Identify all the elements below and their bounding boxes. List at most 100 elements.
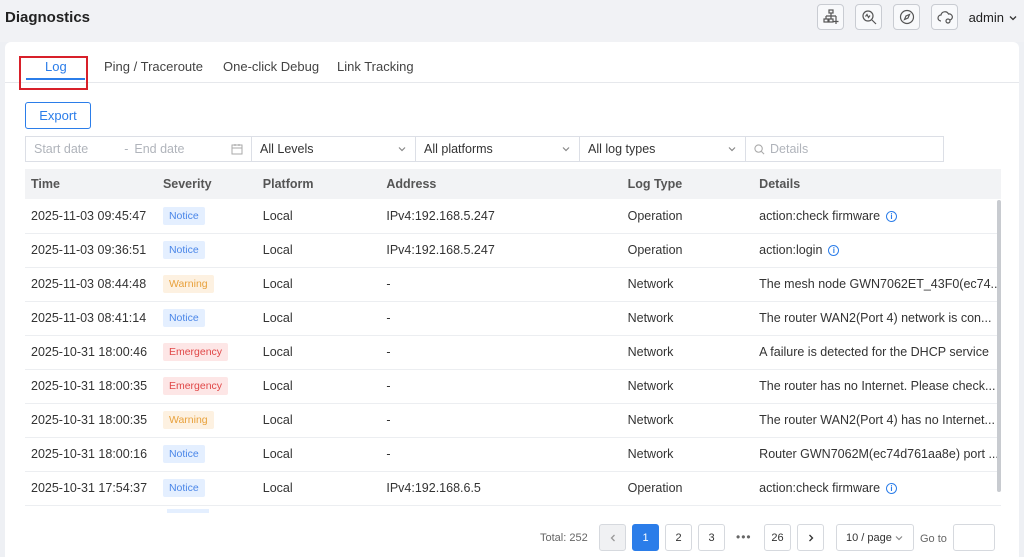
cell-log-type-text: Network [627,379,674,393]
cell-address-text: IPv4:192.168.5.247 [386,243,495,257]
next-page-button[interactable] [797,524,824,551]
end-date-input[interactable]: End date [134,142,184,156]
col-platform: Platform [262,177,314,191]
cell-platform: Local [257,403,381,437]
tab-link-tracking[interactable]: Link Tracking [337,59,414,74]
tab-one-click-debug[interactable]: One-click Debug [223,59,319,74]
info-icon[interactable]: i [886,483,898,495]
cell-log-type-text: Operation [627,243,683,257]
page-button-3[interactable]: 3 [698,524,725,551]
start-date-input[interactable]: Start date [34,142,88,156]
cell-time-text: 2025-10-31 18:00:46 [31,345,148,359]
date-separator: - [124,142,129,156]
cell-severity: Notice [157,233,257,267]
table-row: 2025-11-03 08:41:14 Notice Local - Network Th… [25,301,1001,335]
search-diagnose-icon [861,10,876,25]
log-panel: Log Ping / Traceroute One-click Debug Li… [5,42,1019,557]
cell-time: 2025-11-03 09:45:47 [25,199,157,233]
cell-address-text: IPv4:192.168.5.247 [386,208,495,223]
cell-address-text: - [386,277,391,291]
cell-address: - [380,369,621,403]
cell-log-type: Operation [622,471,754,505]
cell-platform-text: Local [262,277,293,291]
highlight-box [19,56,88,90]
cell-severity: Notice [157,437,257,471]
table-row: 2025-10-31 18:00:16 Notice Local - Network Ro… [25,437,1001,471]
log-type-select[interactable]: All log types [579,136,746,162]
network-topology-button[interactable] [817,4,844,30]
cell-details: The router has no Internet. Please check… [753,369,1001,403]
cell-address-text: - [386,345,391,359]
cell-platform-text: Local [262,311,293,325]
chevron-down-icon [895,535,903,540]
cell-log-type-text: Network [627,311,674,325]
cell-log-type-text: Network [627,413,674,427]
compass-button[interactable] [893,4,920,30]
goto-label: Go to [920,533,947,545]
cell-time-text: 2025-11-03 08:44:48 [31,277,147,291]
chevron-down-icon [728,147,736,152]
info-icon[interactable]: i [828,245,840,257]
user-menu[interactable]: admin [969,10,1018,25]
cell-address: - [380,301,621,335]
chevron-down-icon [562,147,570,152]
platform-select[interactable]: All platforms [415,136,580,162]
log-table: Time Severity Platform Address Log Type … [25,169,1001,506]
page-ellipsis[interactable]: ••• [736,530,752,544]
col-details: Details [759,177,801,191]
cloud-button[interactable] [931,4,958,30]
cell-time: 2025-11-03 09:36:51 [25,233,157,267]
tab-ping-traceroute[interactable]: Ping / Traceroute [104,59,203,74]
cell-time: 2025-10-31 18:00:35 [25,403,157,437]
page-title: Diagnostics [5,9,91,26]
severity-badge: Notice [162,479,205,497]
details-search[interactable]: Details [745,136,944,162]
page-button-1[interactable]: 1 [632,524,659,551]
page-button-2[interactable]: 2 [665,524,692,551]
cell-log-type: Operation [622,199,754,233]
cell-log-type-text: Operation [627,481,683,495]
details-search-input[interactable]: Details [770,142,808,156]
cell-log-type-text: Network [627,277,674,291]
prev-page-button[interactable] [599,524,626,551]
table-scrollbar[interactable] [997,200,1001,492]
cell-details: A failure is detected for the DHCP servi… [753,335,1001,369]
cell-platform-text: Local [262,481,293,495]
page-size-value: 10 / page [846,531,892,544]
cell-time: 2025-10-31 18:00:46 [25,335,157,369]
total-count: Total: 252 [540,532,588,544]
diagnose-button[interactable] [855,4,882,30]
cell-address: IPv4:192.168.5.247 [380,233,621,267]
cell-severity: Warning [157,267,257,301]
page-size-select[interactable]: 10 / page [836,524,914,551]
calendar-icon [231,144,243,155]
cell-details: Router GWN7062M(ec74d761aa8e) port ... [753,437,1001,471]
table-row: 2025-10-31 17:54:37 Notice Local IPv4:192.1… [25,471,1001,505]
export-button[interactable]: Export [25,102,91,129]
cell-address: - [380,437,621,471]
cell-time: 2025-10-31 18:00:16 [25,437,157,471]
log-type-select-value: All log types [588,142,656,156]
goto-page-input[interactable] [953,524,995,551]
top-bar: Diagnostics admin [0,0,1024,42]
info-icon[interactable]: i [886,210,898,222]
level-select[interactable]: All Levels [251,136,416,162]
top-icon-group [817,4,958,30]
cell-details-text: action:check firmware [759,481,881,495]
cell-platform: Local [257,369,381,403]
cell-details-text: The mesh node GWN7062ET_43F0(ec74... [759,277,1001,291]
table-row: 2025-10-31 18:00:35 Emergency Local - Networ… [25,369,1001,403]
cell-log-type: Network [622,335,754,369]
page-button-last[interactable]: 26 [764,524,791,551]
col-severity: Severity [162,177,212,191]
tab-bar: Log Ping / Traceroute One-click Debug Li… [5,42,1019,83]
date-range-picker[interactable]: Start date - End date [25,136,252,162]
col-address: Address [386,177,437,191]
table-body: 2025-11-03 09:45:47 Notice Local IPv4:192.1… [25,199,1001,505]
chevron-left-icon [610,534,615,541]
cell-severity: Warning [157,403,257,437]
cell-platform-text: Local [262,243,293,257]
cell-severity: Notice [157,199,257,233]
cell-log-type: Network [622,369,754,403]
cell-details-text: Router GWN7062M(ec74d761aa8e) port ... [759,447,999,461]
